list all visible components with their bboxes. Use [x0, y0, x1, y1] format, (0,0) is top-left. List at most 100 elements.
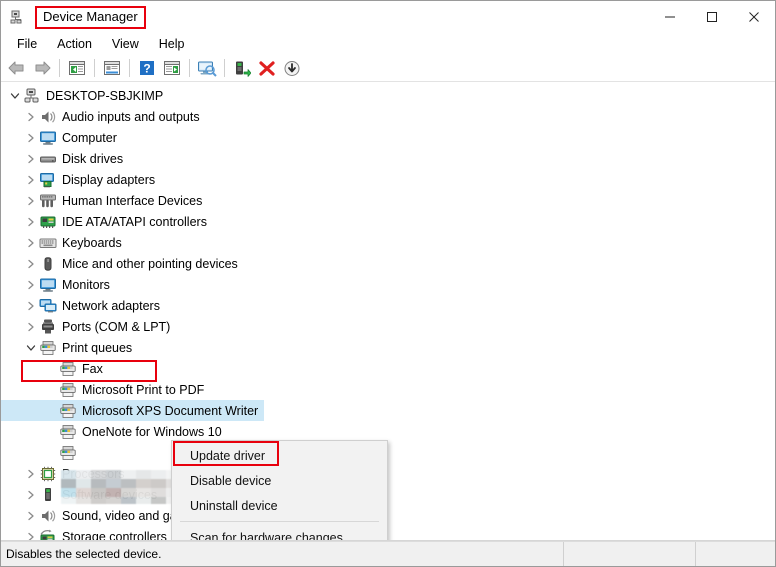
tree-item-hit[interactable]: Fax [1, 358, 109, 379]
toolbar-separator [59, 59, 60, 77]
tree-item-hit[interactable]: DESKTOP-SBJKIMP [1, 85, 169, 106]
chevron-right-icon[interactable] [23, 526, 39, 540]
title-bar: Device Manager [1, 1, 775, 33]
context-menu-item[interactable]: Uninstall device [172, 493, 387, 518]
update-driver-icon[interactable] [230, 57, 254, 79]
tree-item-hit[interactable]: Print queues [1, 337, 138, 358]
blurred-device-row [61, 470, 179, 504]
tree-item[interactable]: Audio inputs and outputs [1, 106, 775, 127]
chevron-right-icon[interactable] [23, 463, 39, 484]
chevron-right-icon[interactable] [23, 148, 39, 169]
tree-item[interactable] [1, 442, 775, 463]
device-tree-pane[interactable]: DESKTOP-SBJKIMP Audio inputs and outputs C… [1, 82, 775, 541]
processor-icon [39, 465, 57, 483]
tree-item-hit[interactable]: Human Interface Devices [1, 190, 208, 211]
context-menu[interactable]: Update driver Disable device Uninstall dev… [171, 440, 388, 541]
maximize-button[interactable] [691, 1, 733, 33]
tree-item-hit[interactable]: Ports (COM & LPT) [1, 316, 176, 337]
properties-icon[interactable] [100, 57, 124, 79]
tree-item-hit[interactable]: Storage controllers [1, 526, 173, 540]
help-icon[interactable]: ? [135, 57, 159, 79]
svg-text:?: ? [143, 62, 150, 76]
chevron-right-icon[interactable] [23, 211, 39, 232]
tree-item-hit[interactable]: Monitors [1, 274, 116, 295]
tree-item[interactable]: Keyboards [1, 232, 775, 253]
printer-icon [39, 339, 57, 357]
tree-item-hit[interactable]: Display adapters [1, 169, 161, 190]
chevron-right-icon[interactable] [23, 232, 39, 253]
tree-item[interactable]: Print queues [1, 337, 775, 358]
tree-item[interactable]: Network adapters [1, 295, 775, 316]
tree-item[interactable]: Sound, video and game controllers [1, 505, 775, 526]
tree-item[interactable]: Microsoft XPS Document Writer [1, 400, 775, 421]
scan-for-hardware-changes-icon[interactable] [195, 57, 219, 79]
tree-item-hit[interactable]: Network adapters [1, 295, 166, 316]
chevron-right-icon[interactable] [23, 253, 39, 274]
status-bar: Disables the selected device. [1, 541, 775, 566]
tree-item[interactable]: OneNote for Windows 10 [1, 421, 775, 442]
tree-item-hit[interactable]: Mice and other pointing devices [1, 253, 244, 274]
forward-icon[interactable] [30, 57, 54, 79]
title-highlight-box: Device Manager [35, 5, 146, 29]
tree-item-hit[interactable]: IDE ATA/ATAPI controllers [1, 211, 213, 232]
tree-item[interactable]: Mice and other pointing devices [1, 253, 775, 274]
menu-action[interactable]: Action [47, 35, 102, 53]
chevron-right-icon[interactable] [23, 505, 39, 526]
menu-view[interactable]: View [102, 35, 149, 53]
chevron-right-icon[interactable] [23, 274, 39, 295]
chevron-right-icon[interactable] [23, 316, 39, 337]
tree-item[interactable]: Human Interface Devices [1, 190, 775, 211]
window-title: Device Manager [43, 8, 138, 24]
tree-item-label: Mice and other pointing devices [62, 256, 238, 271]
minimize-button[interactable] [649, 1, 691, 33]
menu-file[interactable]: File [7, 35, 47, 53]
menu-bar: File Action View Help [1, 33, 775, 55]
tree-item[interactable]: Disk drives [1, 148, 775, 169]
context-menu-item[interactable]: Update driver [172, 443, 387, 468]
tree-item-hit[interactable]: OneNote for Windows 10 [1, 421, 228, 442]
tree-item[interactable]: Storage controllers [1, 526, 775, 540]
chevron-down-icon[interactable] [7, 85, 23, 106]
tree-item-label: Monitors [62, 277, 110, 292]
chevron-right-icon[interactable] [23, 169, 39, 190]
toolbar-separator [129, 59, 130, 77]
chevron-right-icon[interactable] [23, 127, 39, 148]
tree-item-label: Display adapters [62, 172, 156, 187]
chevron-right-icon[interactable] [23, 484, 39, 505]
chevron-right-icon[interactable] [23, 190, 39, 211]
tree-item[interactable]: Microsoft Print to PDF [1, 379, 775, 400]
show-hide-action-pane-icon[interactable] [160, 57, 184, 79]
tree-item[interactable]: DESKTOP-SBJKIMP [1, 85, 775, 106]
context-menu-item[interactable]: Scan for hardware changes [172, 525, 387, 541]
tree-item[interactable]: Ports (COM & LPT) [1, 316, 775, 337]
tree-item[interactable]: Monitors [1, 274, 775, 295]
back-icon[interactable] [5, 57, 29, 79]
tree-item[interactable]: Fax [1, 358, 775, 379]
tree-item-hit[interactable]: Microsoft Print to PDF [1, 379, 210, 400]
chevron-right-icon[interactable] [23, 106, 39, 127]
disable-device-icon[interactable] [280, 57, 304, 79]
ide-controller-icon [39, 213, 57, 231]
tree-item-hit[interactable]: Disk drives [1, 148, 129, 169]
tree-item[interactable]: Computer [1, 127, 775, 148]
tree-item-hit[interactable] [1, 442, 88, 463]
tree-item[interactable]: Display adapters [1, 169, 775, 190]
context-menu-item[interactable]: Disable device [172, 468, 387, 493]
tree-item-label: Microsoft XPS Document Writer [82, 403, 259, 418]
chevron-right-icon[interactable] [23, 295, 39, 316]
tree-item-hit[interactable]: Keyboards [1, 232, 128, 253]
close-button[interactable] [733, 1, 775, 33]
speaker-icon [39, 507, 57, 525]
window-controls [649, 1, 775, 33]
tree-item[interactable]: IDE ATA/ATAPI controllers [1, 211, 775, 232]
tree-item-hit[interactable]: Microsoft XPS Document Writer [1, 400, 265, 421]
tree-item-hit[interactable]: Audio inputs and outputs [1, 106, 206, 127]
uninstall-device-icon[interactable] [255, 57, 279, 79]
tree-item-hit[interactable]: Computer [1, 127, 123, 148]
status-pane-2 [564, 542, 696, 566]
tree-item-label: Human Interface Devices [62, 193, 203, 208]
keyboard-icon [39, 234, 57, 252]
chevron-down-icon[interactable] [23, 337, 39, 358]
show-hide-console-tree-icon[interactable] [65, 57, 89, 79]
menu-help[interactable]: Help [149, 35, 195, 53]
